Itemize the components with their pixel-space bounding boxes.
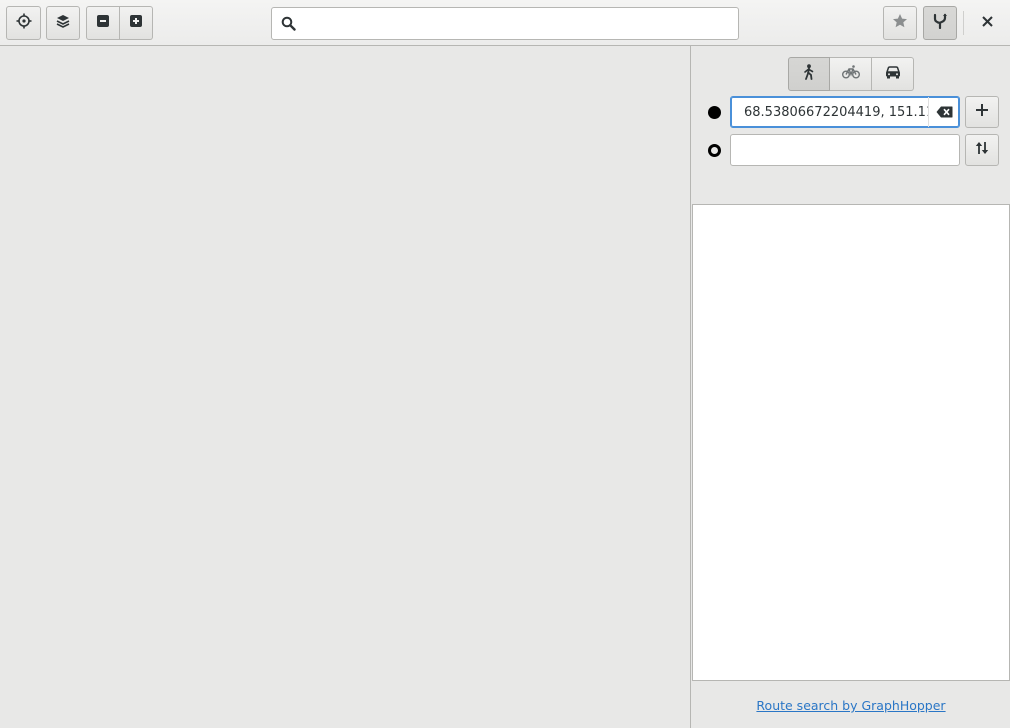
- zoom-out-icon: [97, 15, 109, 31]
- map-view[interactable]: [0, 46, 690, 728]
- search-icon: [272, 16, 304, 31]
- star-icon: [892, 13, 908, 33]
- route-from-entry[interactable]: [730, 96, 960, 128]
- search-box[interactable]: [271, 7, 739, 40]
- transport-mode-group: [788, 57, 914, 91]
- layers-button[interactable]: [46, 6, 80, 40]
- backspace-icon[interactable]: [928, 97, 959, 127]
- destination-marker-icon: [708, 144, 721, 157]
- route-from-row: [691, 96, 1010, 130]
- plus-icon: [976, 104, 988, 120]
- search-input[interactable]: [304, 8, 738, 39]
- graphhopper-credit-link[interactable]: Route search by GraphHopper: [691, 698, 1010, 713]
- zoom-out-button[interactable]: [86, 6, 120, 40]
- maps-window: Route search by GraphHopper: [0, 0, 1010, 728]
- route-from-input[interactable]: [731, 99, 928, 125]
- header-separator: [963, 11, 964, 35]
- zoom-in-button[interactable]: [120, 6, 153, 40]
- favorite-button[interactable]: [883, 6, 917, 40]
- route-to-entry[interactable]: [730, 134, 960, 166]
- route-instructions-panel: [692, 204, 1010, 681]
- locate-button[interactable]: [6, 6, 41, 40]
- route-sidebar: Route search by GraphHopper: [690, 46, 1010, 728]
- header-bar: [0, 0, 1010, 46]
- car-icon: [885, 65, 901, 83]
- swap-vertical-icon: [975, 141, 989, 159]
- close-icon: [981, 15, 993, 31]
- reverse-route-button[interactable]: [965, 134, 999, 166]
- walking-icon: [802, 64, 816, 84]
- mode-bike-button[interactable]: [830, 57, 872, 91]
- add-via-button[interactable]: [965, 96, 999, 128]
- zoom-in-icon: [130, 15, 142, 31]
- route-icon: [932, 13, 948, 33]
- route-to-row: [691, 134, 1010, 168]
- close-button[interactable]: [970, 6, 1004, 40]
- route-to-input[interactable]: [731, 137, 959, 163]
- route-toggle-button[interactable]: [923, 6, 957, 40]
- layers-icon: [56, 14, 70, 32]
- bicycle-icon: [841, 65, 860, 83]
- mode-car-button[interactable]: [872, 57, 914, 91]
- crosshair-icon: [16, 13, 32, 33]
- mode-pedestrian-button[interactable]: [788, 57, 830, 91]
- start-marker-icon: [708, 106, 721, 119]
